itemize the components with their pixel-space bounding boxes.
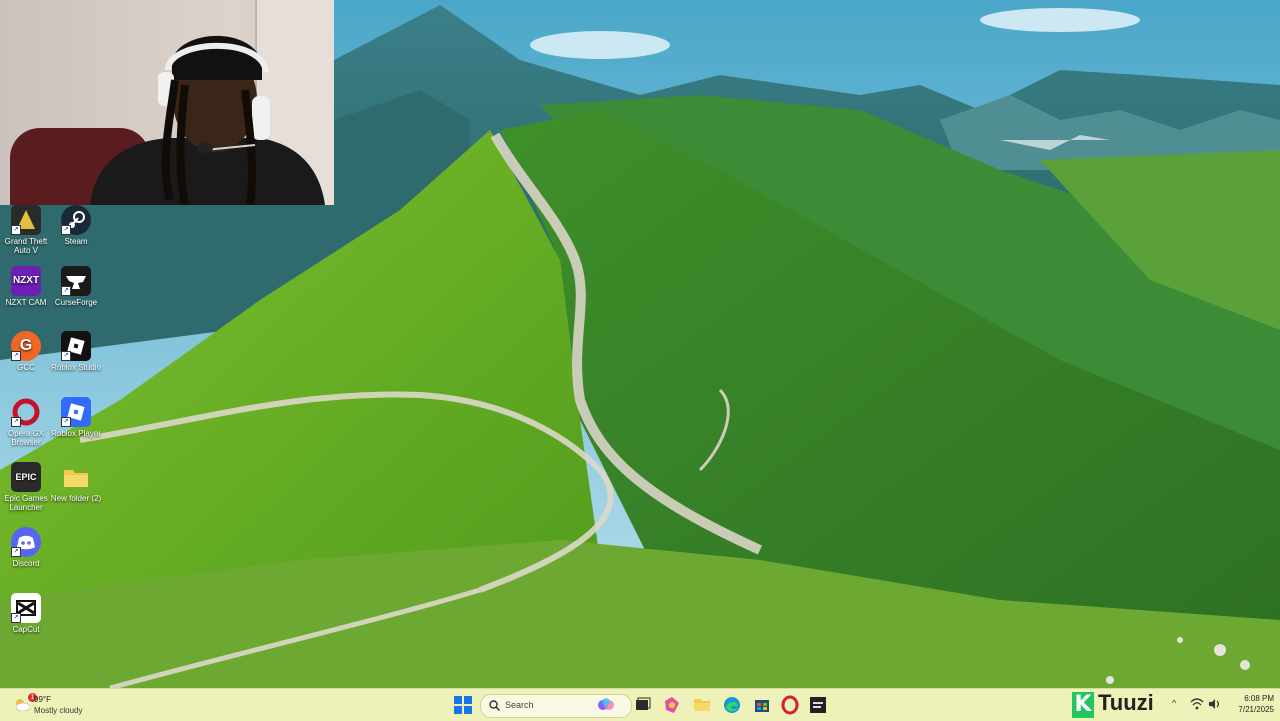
- task-view-icon[interactable]: [632, 695, 652, 715]
- desktop-icon-capcut[interactable]: ↗ CapCut: [0, 593, 52, 655]
- chevron-up-icon[interactable]: ^: [1172, 698, 1176, 708]
- desktop-icon-curseforge[interactable]: ↗ CurseForge: [50, 266, 102, 328]
- search-icon: [489, 700, 500, 711]
- clock-time: 6:08 PM: [1244, 694, 1274, 703]
- desktop-icon-nzxt[interactable]: NZXT NZXT CAM: [0, 266, 52, 328]
- app-icon[interactable]: [808, 695, 828, 715]
- streamer-figure: [90, 35, 325, 205]
- desktop-icon-label: Steam: [64, 237, 88, 246]
- desktop-icon-epic-games[interactable]: EPIC Epic Games Launcher: [0, 462, 52, 524]
- opera-gx-icon[interactable]: [780, 695, 800, 715]
- roblox-studio-icon: ↗: [61, 331, 91, 361]
- desktop-icon-label: NZXT CAM: [5, 298, 47, 307]
- taskbar-clock[interactable]: 6:08 PM 7/21/2025: [1224, 693, 1274, 715]
- desktop-icon-label: Roblox Studio: [51, 363, 101, 372]
- gcc-icon: G ↗: [11, 331, 41, 361]
- curseforge-icon: ↗: [61, 266, 91, 296]
- desktop-icon-label: CurseForge: [54, 298, 98, 307]
- desktop-icon-label: Epic Games Launcher: [4, 494, 48, 512]
- speaker-icon[interactable]: [1208, 698, 1220, 710]
- store-icon[interactable]: [752, 695, 772, 715]
- photos-icon[interactable]: [662, 695, 682, 715]
- nzxt-icon: NZXT: [11, 266, 41, 296]
- desktop-icon-label: Roblox Player: [51, 429, 101, 438]
- windows-start-icon[interactable]: [454, 696, 472, 716]
- desktop-icon-opera-gx[interactable]: ↗ Opera GX Browser: [0, 397, 52, 459]
- desktop-icon-gcc[interactable]: G ↗ GCC: [0, 331, 52, 393]
- desktop-icon-roblox-studio[interactable]: ↗ Roblox Studio: [50, 331, 102, 393]
- desktop-icon-label: Grand Theft Auto V: [4, 237, 48, 255]
- search-placeholder: Search: [505, 700, 534, 710]
- gta-icon: ↗: [11, 205, 41, 235]
- desktop-icon-label: GCC: [17, 363, 35, 372]
- edge-icon[interactable]: [722, 695, 742, 715]
- desktop-icon-label: New folder (2): [50, 494, 102, 503]
- capcut-icon: ↗: [11, 593, 41, 623]
- folder-icon: [61, 462, 91, 492]
- roblox-player-icon: ↗: [61, 397, 91, 427]
- taskbar: 1 99°F Mostly cloudy Search K Tuuzi ^ 6:…: [0, 688, 1280, 721]
- weather-widget[interactable]: 1 99°F Mostly cloudy: [10, 693, 130, 717]
- copilot-icon[interactable]: [596, 695, 616, 715]
- clock-date: 7/21/2025: [1238, 705, 1274, 714]
- webcam-overlay: [0, 0, 334, 205]
- weather-condition: Mostly cloudy: [34, 706, 83, 715]
- desktop-icon-discord[interactable]: ↗ Discord: [0, 527, 52, 589]
- opera-gx-icon: ↗: [11, 397, 41, 427]
- desktop-icon-label: CapCut: [12, 625, 40, 634]
- desktop-icon-new-folder[interactable]: New folder (2): [50, 462, 102, 524]
- desktop-icon-steam[interactable]: ↗ Steam: [50, 205, 102, 267]
- brand-name: Tuuzi: [1098, 690, 1154, 715]
- desktop-icon-roblox-player[interactable]: ↗ Roblox Player: [50, 397, 102, 459]
- weather-temp: 99°F: [34, 695, 51, 704]
- desktop-icon-label: Opera GX Browser: [7, 429, 44, 447]
- brand-logo-icon: K: [1072, 692, 1094, 718]
- wifi-icon[interactable]: [1190, 698, 1204, 710]
- file-explorer-icon[interactable]: [692, 695, 712, 715]
- desktop-icon-gta[interactable]: ↗ Grand Theft Auto V: [0, 205, 52, 267]
- epic-games-icon: EPIC: [11, 462, 41, 492]
- steam-icon: ↗: [61, 205, 91, 235]
- desktop-icon-label: Discord: [12, 559, 40, 568]
- discord-icon: ↗: [11, 527, 41, 557]
